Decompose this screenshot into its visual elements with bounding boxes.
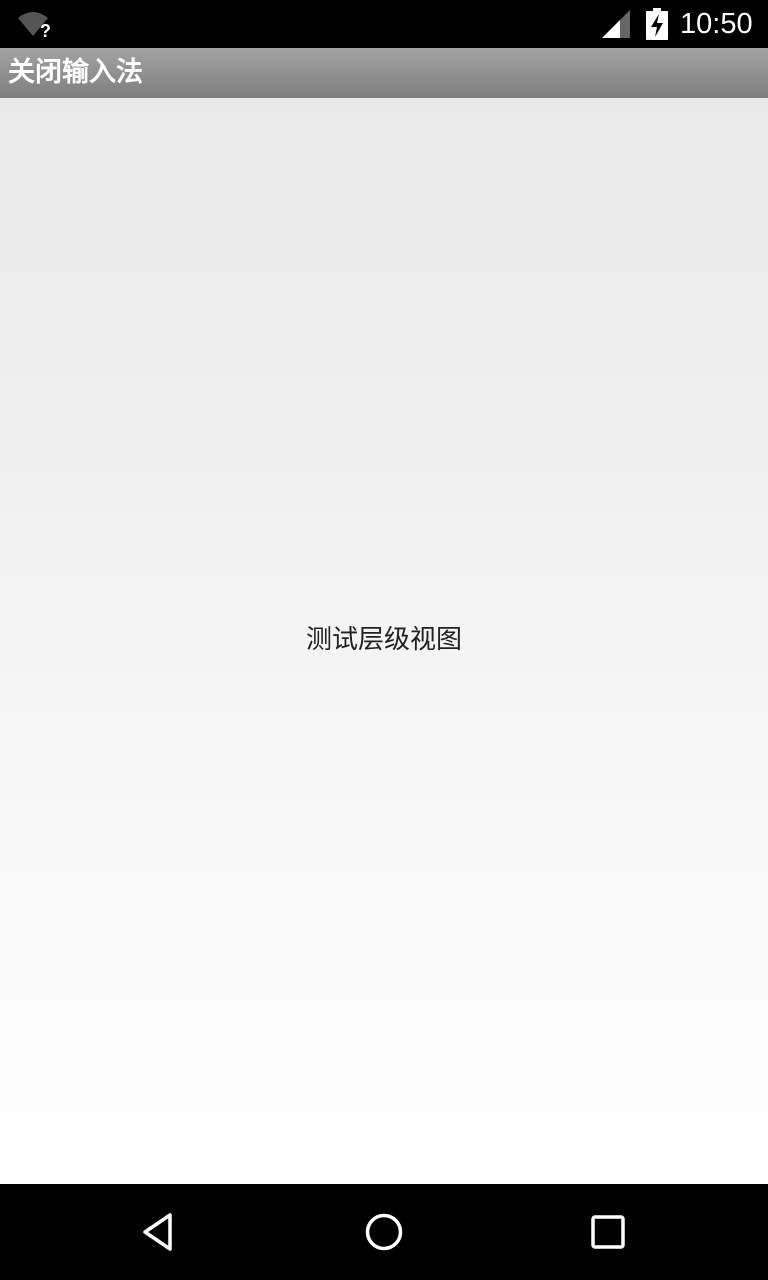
back-icon[interactable] bbox=[136, 1208, 184, 1256]
main-content: 测试层级视图 bbox=[0, 98, 768, 1184]
cell-signal-icon bbox=[602, 10, 630, 38]
battery-charging-icon bbox=[646, 8, 668, 40]
center-text-view: 测试层级视图 bbox=[305, 625, 462, 655]
status-bar: ? 10:50 bbox=[0, 0, 768, 48]
clock: 10:50 bbox=[680, 8, 753, 40]
phone-screen: ? 10:50 关闭输入法 测试层级视图 bbox=[0, 0, 768, 1280]
wifi-unknown-icon: ? bbox=[18, 12, 51, 40]
svg-text:?: ? bbox=[40, 21, 51, 40]
home-icon[interactable] bbox=[360, 1208, 408, 1256]
recents-icon[interactable] bbox=[584, 1208, 632, 1256]
action-bar: 关闭输入法 bbox=[0, 48, 768, 98]
navigation-bar bbox=[0, 1184, 768, 1280]
action-bar-title: 关闭输入法 bbox=[8, 57, 143, 88]
